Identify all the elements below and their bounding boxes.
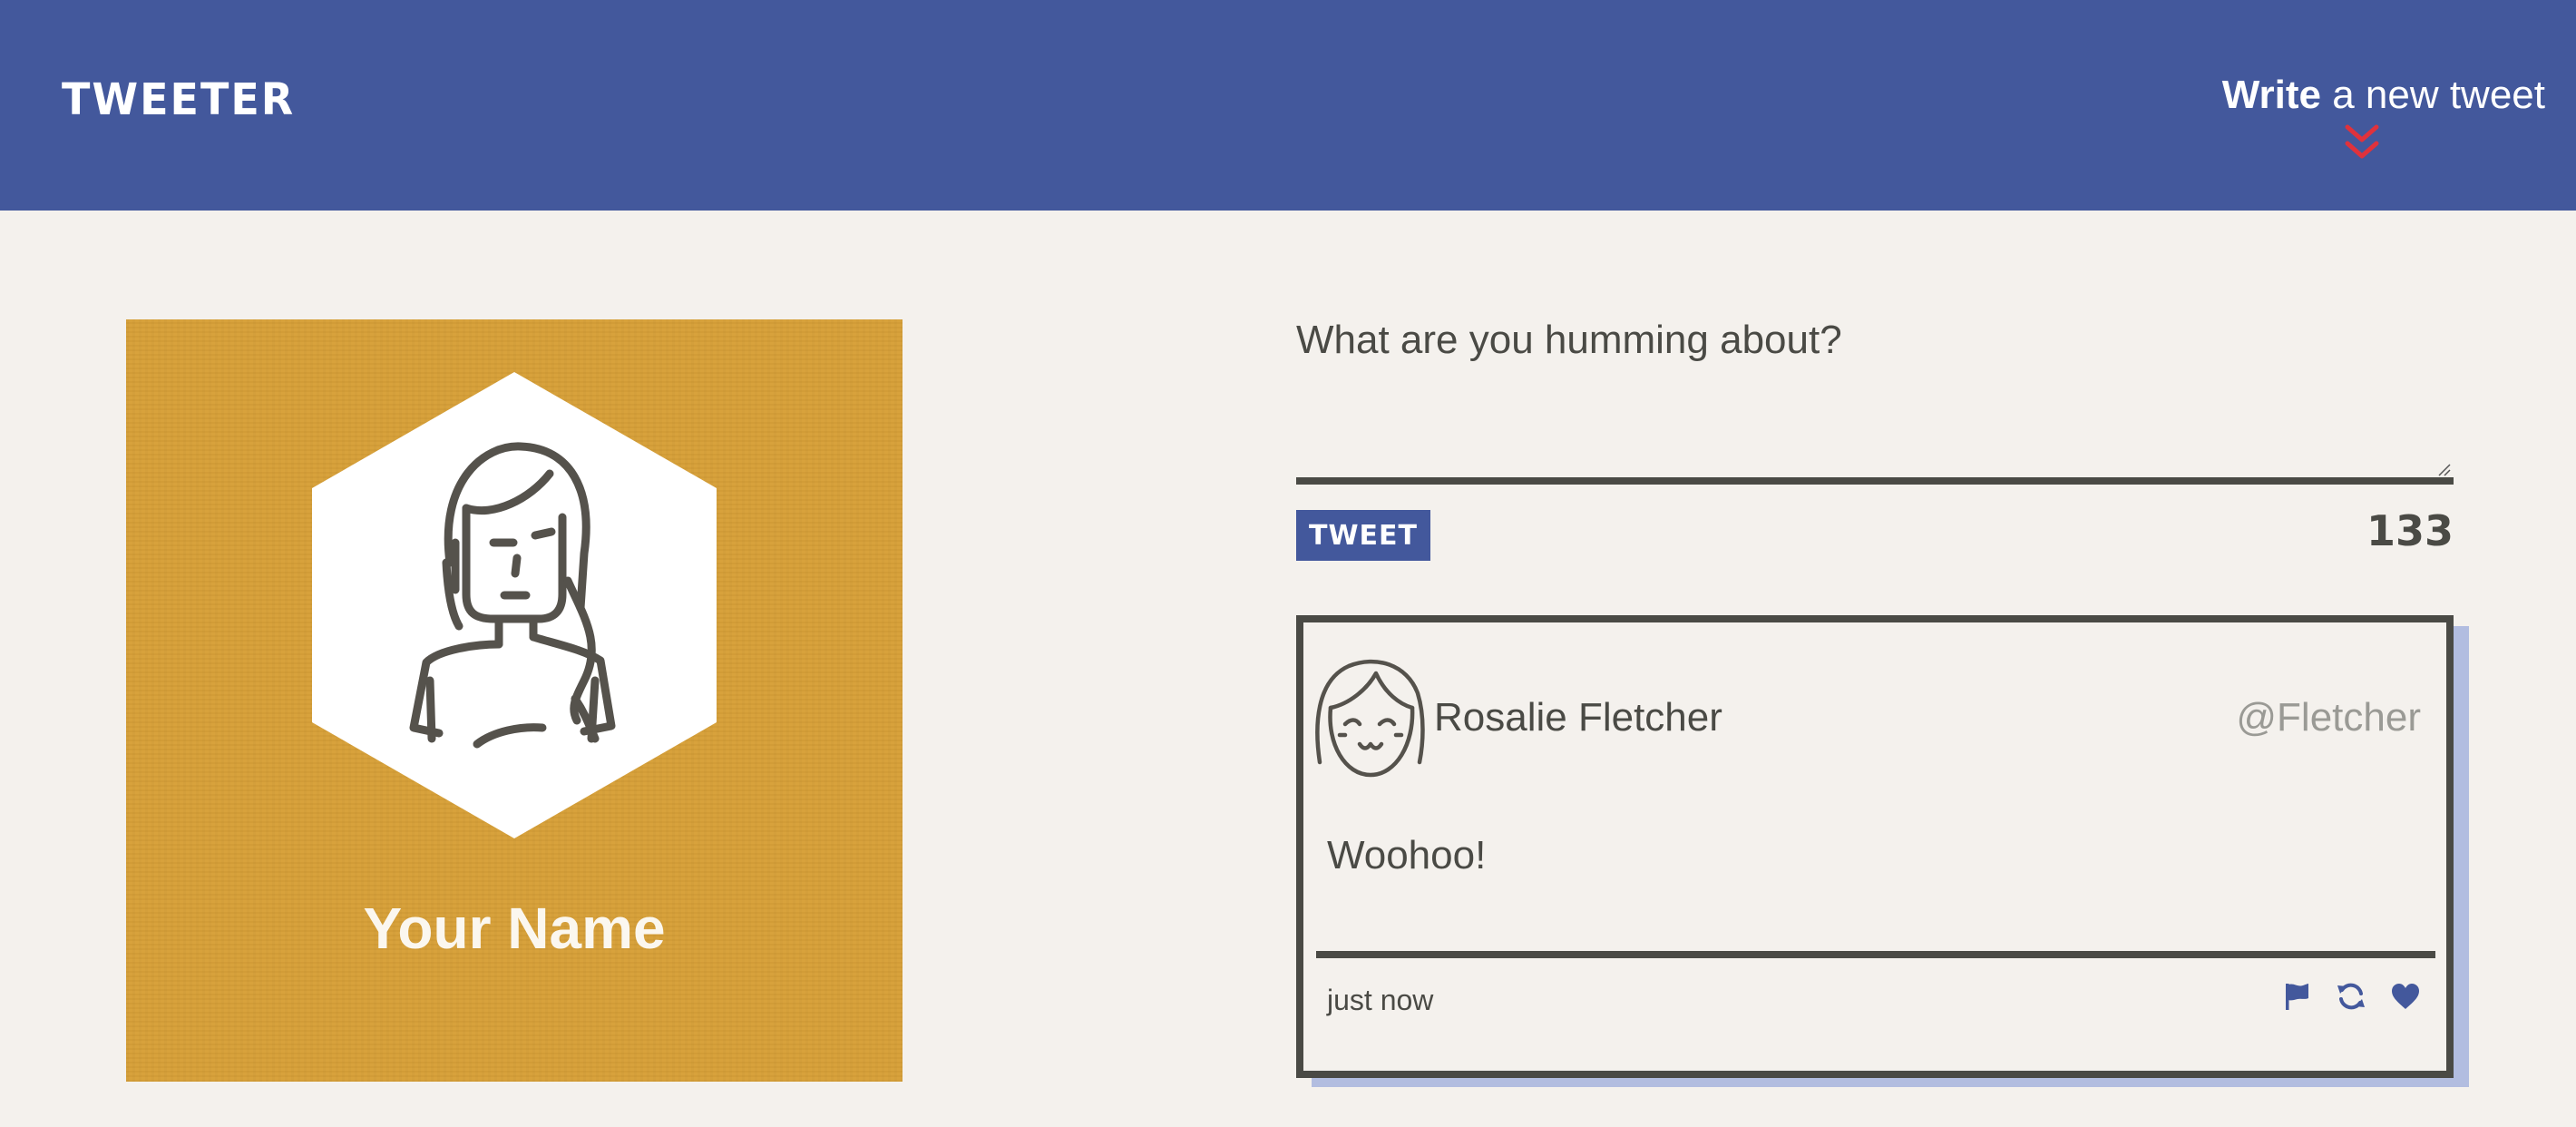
tweet-timestamp: just now — [1327, 984, 1434, 1016]
user-profile-card: Your Name — [126, 319, 903, 1082]
tweet-submit-button[interactable]: TWEET — [1296, 510, 1430, 561]
top-nav: TWEETER Write a new tweet — [0, 0, 2576, 211]
retweet-icon[interactable] — [2336, 981, 2366, 1012]
write-label-bold: Write — [2221, 73, 2321, 117]
new-tweet-composer: TWEET 133 — [1296, 309, 2454, 563]
tweet-content: Woohoo! — [1327, 833, 1487, 877]
write-new-tweet-toggle[interactable]: Write a new tweet — [2164, 73, 2545, 163]
brand-logo[interactable]: TWEETER — [62, 74, 295, 125]
write-label-rest: a new tweet — [2320, 73, 2545, 117]
tweet-footer-divider — [1316, 951, 2435, 958]
heart-icon[interactable] — [2390, 981, 2421, 1012]
tweet-text-input[interactable] — [1296, 309, 2454, 485]
character-counter: 133 — [2366, 506, 2454, 555]
woman-avatar-icon — [312, 372, 717, 838]
double-chevron-down-icon[interactable] — [2344, 123, 2380, 163]
tweet-author-name: Rosalie Fletcher — [1434, 695, 1722, 740]
flag-icon[interactable] — [2281, 981, 2312, 1012]
smiling-girl-avatar-icon — [1315, 659, 1425, 778]
profile-name: Your Name — [363, 896, 666, 961]
write-new-tweet-label[interactable]: Write a new tweet — [2222, 73, 2545, 117]
tweet-author-handle: @Fletcher — [2236, 695, 2421, 740]
resize-grip-icon[interactable] — [2435, 461, 2452, 477]
tweet-card: Rosalie Fletcher @Fletcher Woohoo! just … — [1296, 615, 2454, 1078]
tweet-actions — [2281, 975, 2421, 1018]
